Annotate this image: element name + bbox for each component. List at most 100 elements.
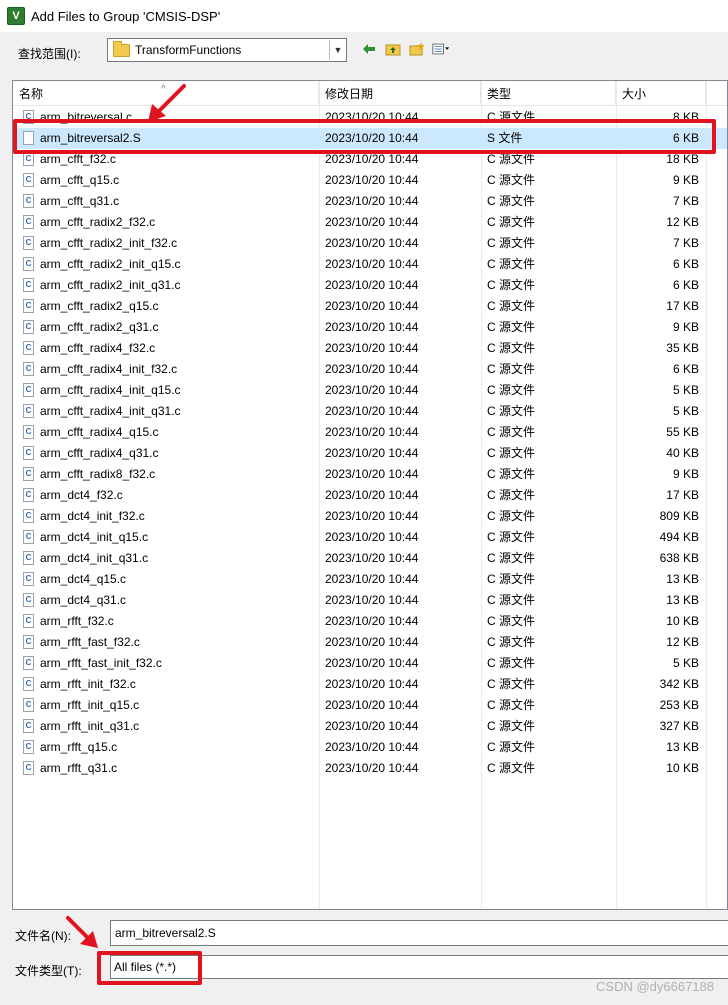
file-date-cell: 2023/10/20 10:44 bbox=[325, 593, 419, 607]
file-row[interactable]: Carm_rfft_q15.c 2023/10/20 10:44 C 源文件 13 K… bbox=[13, 737, 727, 758]
file-date-cell: 2023/10/20 10:44 bbox=[325, 551, 419, 565]
file-size-cell: 253 KB bbox=[659, 698, 699, 712]
file-row[interactable]: Carm_cfft_radix4_q15.c 2023/10/20 10:44 C … bbox=[13, 422, 727, 443]
file-type-cell: C 源文件 bbox=[487, 593, 536, 607]
new-folder-icon[interactable] bbox=[408, 40, 426, 58]
file-row[interactable]: Carm_cfft_radix4_q31.c 2023/10/20 10:44 C … bbox=[13, 443, 727, 464]
file-type-cell: C 源文件 bbox=[487, 677, 536, 691]
file-date-cell: 2023/10/20 10:44 bbox=[325, 572, 419, 586]
file-date-cell: 2023/10/20 10:44 bbox=[325, 341, 419, 355]
title-bar: V Add Files to Group 'CMSIS-DSP' bbox=[0, 0, 728, 32]
file-row[interactable]: Carm_dct4_f32.c 2023/10/20 10:44 C 源文件 17 K… bbox=[13, 485, 727, 506]
file-name-cell: arm_dct4_f32.c bbox=[40, 488, 123, 502]
column-name-label: 名称 bbox=[19, 87, 44, 101]
file-date-cell: 2023/10/20 10:44 bbox=[325, 656, 419, 670]
file-row[interactable]: Carm_rfft_init_f32.c 2023/10/20 10:44 C 源文… bbox=[13, 674, 727, 695]
c-source-file-icon: C bbox=[23, 488, 34, 502]
file-row[interactable]: Carm_rfft_fast_init_f32.c 2023/10/20 10:4… bbox=[13, 653, 727, 674]
file-row[interactable]: Carm_rfft_init_q15.c 2023/10/20 10:44 C 源文… bbox=[13, 695, 727, 716]
file-name-cell: arm_rfft_q31.c bbox=[40, 761, 118, 775]
file-row[interactable]: Carm_rfft_q31.c 2023/10/20 10:44 C 源文件 10 K… bbox=[13, 758, 727, 779]
file-size-cell: 55 KB bbox=[666, 425, 699, 439]
file-row[interactable]: Carm_dct4_q31.c 2023/10/20 10:44 C 源文件 13 K… bbox=[13, 590, 727, 611]
look-in-combobox[interactable]: TransformFunctions ▼ bbox=[107, 38, 347, 62]
file-row[interactable]: Carm_rfft_fast_f32.c 2023/10/20 10:44 C 源文… bbox=[13, 632, 727, 653]
file-name-cell: arm_cfft_q15.c bbox=[40, 173, 120, 187]
list-header: 名称 ^ 修改日期 类型 大小 bbox=[13, 81, 727, 106]
back-arrow-icon[interactable] bbox=[360, 40, 378, 58]
up-folder-icon[interactable] bbox=[384, 40, 402, 58]
column-size-label: 大小 bbox=[622, 87, 647, 101]
c-source-file-icon: C bbox=[23, 299, 34, 313]
c-source-file-icon: C bbox=[23, 509, 34, 523]
file-row[interactable]: Carm_dct4_init_q31.c 2023/10/20 10:44 C 源文… bbox=[13, 548, 727, 569]
file-date-cell: 2023/10/20 10:44 bbox=[325, 614, 419, 628]
file-row[interactable]: Carm_rfft_f32.c 2023/10/20 10:44 C 源文件 10 K… bbox=[13, 611, 727, 632]
keil-app-icon: V bbox=[7, 7, 25, 25]
file-name-cell: arm_rfft_f32.c bbox=[40, 614, 114, 628]
c-source-file-icon: C bbox=[23, 383, 34, 397]
file-name-cell: arm_cfft_radix8_f32.c bbox=[40, 467, 156, 481]
file-row[interactable]: Carm_cfft_radix2_q15.c 2023/10/20 10:44 C … bbox=[13, 296, 727, 317]
file-name-cell: arm_dct4_q15.c bbox=[40, 572, 127, 586]
file-row[interactable]: Carm_cfft_q15.c 2023/10/20 10:44 C 源文件 9 KB bbox=[13, 170, 727, 191]
c-source-file-icon: C bbox=[23, 740, 34, 754]
file-name-cell: arm_rfft_fast_init_f32.c bbox=[40, 656, 162, 670]
c-source-file-icon: C bbox=[23, 572, 34, 586]
file-name-input[interactable]: arm_bitreversal2.S bbox=[110, 920, 728, 946]
c-source-file-icon: C bbox=[23, 761, 34, 775]
file-row[interactable]: Carm_cfft_radix2_init_q15.c 2023/10/20 10… bbox=[13, 254, 727, 275]
column-header-type[interactable]: 类型 bbox=[481, 81, 616, 105]
c-source-file-icon: C bbox=[23, 446, 34, 460]
file-name-cell: arm_cfft_radix2_f32.c bbox=[40, 215, 156, 229]
file-row[interactable]: Carm_dct4_init_f32.c 2023/10/20 10:44 C 源文… bbox=[13, 506, 727, 527]
file-row[interactable]: Carm_cfft_radix2_init_q31.c 2023/10/20 10… bbox=[13, 275, 727, 296]
file-name-cell: arm_dct4_init_f32.c bbox=[40, 509, 145, 523]
file-size-cell: 12 KB bbox=[666, 635, 699, 649]
file-row[interactable]: Carm_cfft_radix4_init_q31.c 2023/10/20 10… bbox=[13, 401, 727, 422]
column-header-name[interactable]: 名称 ^ bbox=[13, 81, 319, 105]
file-name-cell: arm_cfft_radix4_f32.c bbox=[40, 341, 156, 355]
file-row[interactable]: Carm_cfft_radix2_init_f32.c 2023/10/20 10… bbox=[13, 233, 727, 254]
file-row[interactable]: Carm_rfft_init_q31.c 2023/10/20 10:44 C 源文… bbox=[13, 716, 727, 737]
file-type-select[interactable]: All files (*.*) bbox=[110, 955, 728, 979]
file-date-cell: 2023/10/20 10:44 bbox=[325, 635, 419, 649]
file-name-cell: arm_dct4_q31.c bbox=[40, 593, 127, 607]
file-type-cell: C 源文件 bbox=[487, 257, 536, 271]
file-row[interactable]: Carm_cfft_q31.c 2023/10/20 10:44 C 源文件 7 KB bbox=[13, 191, 727, 212]
file-size-cell: 13 KB bbox=[666, 740, 699, 754]
file-row[interactable]: Carm_cfft_radix8_f32.c 2023/10/20 10:44 C … bbox=[13, 464, 727, 485]
c-source-file-icon: C bbox=[23, 404, 34, 418]
file-size-cell: 10 KB bbox=[666, 614, 699, 628]
file-row[interactable]: Carm_cfft_radix4_init_f32.c 2023/10/20 10… bbox=[13, 359, 727, 380]
file-row[interactable]: Carm_dct4_init_q15.c 2023/10/20 10:44 C 源文… bbox=[13, 527, 727, 548]
file-type-cell: C 源文件 bbox=[487, 698, 536, 712]
file-list[interactable]: 名称 ^ 修改日期 类型 大小 Carm_bitreversal.c 2023/1… bbox=[12, 80, 728, 910]
c-source-file-icon: C bbox=[23, 719, 34, 733]
column-header-size[interactable]: 大小 bbox=[616, 81, 706, 105]
view-menu-icon[interactable] bbox=[432, 40, 450, 58]
file-size-cell: 40 KB bbox=[666, 446, 699, 460]
file-size-cell: 5 KB bbox=[672, 404, 699, 418]
file-name-cell: arm_cfft_radix2_init_q31.c bbox=[40, 278, 181, 292]
file-type-cell: C 源文件 bbox=[487, 404, 536, 418]
file-size-cell: 9 KB bbox=[672, 467, 699, 481]
file-type-cell: C 源文件 bbox=[487, 215, 536, 229]
column-header-date[interactable]: 修改日期 bbox=[319, 81, 481, 105]
file-name-label: 文件名(N): bbox=[15, 929, 71, 943]
file-row[interactable]: Carm_dct4_q15.c 2023/10/20 10:44 C 源文件 13 K… bbox=[13, 569, 727, 590]
file-row[interactable]: Carm_cfft_radix4_f32.c 2023/10/20 10:44 C … bbox=[13, 338, 727, 359]
c-source-file-icon: C bbox=[23, 257, 34, 271]
c-source-file-icon: C bbox=[23, 656, 34, 670]
file-type-cell: C 源文件 bbox=[487, 446, 536, 460]
file-date-cell: 2023/10/20 10:44 bbox=[325, 236, 419, 250]
file-type-cell: C 源文件 bbox=[487, 362, 536, 376]
file-row[interactable]: Carm_cfft_radix2_f32.c 2023/10/20 10:44 C … bbox=[13, 212, 727, 233]
c-source-file-icon: C bbox=[23, 215, 34, 229]
file-name-cell: arm_rfft_fast_f32.c bbox=[40, 635, 140, 649]
file-date-cell: 2023/10/20 10:44 bbox=[325, 404, 419, 418]
chevron-down-icon[interactable]: ▼ bbox=[329, 40, 346, 60]
file-name-cell: arm_rfft_q15.c bbox=[40, 740, 118, 754]
file-row[interactable]: Carm_cfft_radix2_q31.c 2023/10/20 10:44 C … bbox=[13, 317, 727, 338]
file-row[interactable]: Carm_cfft_radix4_init_q15.c 2023/10/20 10… bbox=[13, 380, 727, 401]
